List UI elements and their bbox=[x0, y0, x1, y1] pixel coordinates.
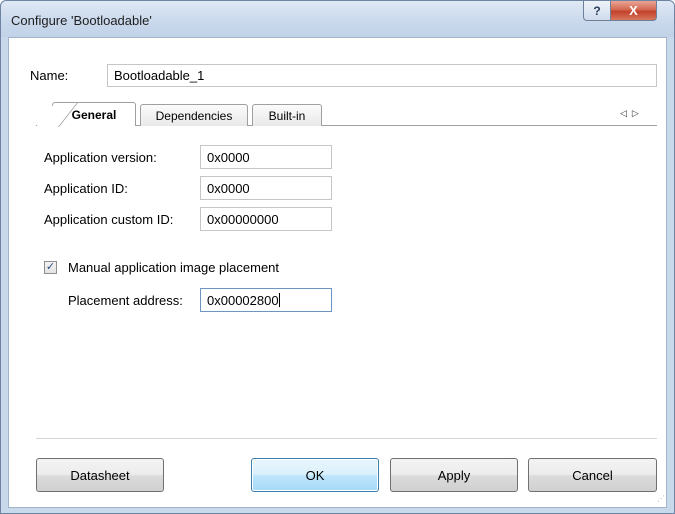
close-icon: X bbox=[629, 3, 638, 18]
window-title: Configure 'Bootloadable' bbox=[11, 13, 152, 28]
tab-scroll-arrows: ◁▷ bbox=[620, 108, 644, 119]
manual-placement-label[interactable]: Manual application image placement bbox=[68, 260, 279, 275]
manual-placement-checkbox[interactable]: ✓ bbox=[44, 261, 57, 274]
placement-address-label: Placement address: bbox=[68, 293, 183, 308]
tab-general[interactable]: General bbox=[52, 102, 136, 126]
app-custom-id-label: Application custom ID: bbox=[44, 212, 174, 227]
tab-dependencies-label: Dependencies bbox=[155, 108, 233, 123]
help-button[interactable]: ? bbox=[583, 1, 611, 21]
title-bar[interactable]: Configure 'Bootloadable' ? X bbox=[1, 1, 674, 37]
app-custom-id-field[interactable]: 0x00000000 bbox=[200, 207, 332, 231]
ok-button[interactable]: OK bbox=[251, 458, 379, 492]
bottom-separator bbox=[36, 438, 657, 439]
tab-scroll-right-icon[interactable]: ▷ bbox=[632, 108, 644, 118]
tab-general-label: General bbox=[71, 107, 117, 122]
checkmark-icon: ✓ bbox=[45, 261, 56, 273]
tab-dependencies[interactable]: Dependencies bbox=[140, 104, 248, 126]
name-input[interactable]: Bootloadable_1 bbox=[107, 64, 657, 87]
app-id-label: Application ID: bbox=[44, 181, 128, 196]
app-version-label: Application version: bbox=[44, 150, 157, 165]
datasheet-button[interactable]: Datasheet bbox=[36, 458, 164, 492]
resize-grip-icon[interactable]: ⋰ bbox=[657, 494, 665, 503]
apply-button[interactable]: Apply bbox=[390, 458, 518, 492]
close-button[interactable]: X bbox=[610, 1, 657, 21]
tab-built-in[interactable]: Built-in bbox=[252, 104, 322, 126]
name-label: Name: bbox=[30, 68, 69, 83]
placement-address-value: 0x00002800 bbox=[207, 293, 279, 308]
placement-address-field[interactable]: 0x00002800 bbox=[200, 288, 332, 312]
app-id-field[interactable]: 0x0000 bbox=[200, 176, 332, 200]
text-caret bbox=[278, 293, 280, 307]
tab-scroll-left-icon[interactable]: ◁ bbox=[620, 108, 632, 118]
help-icon: ? bbox=[593, 3, 601, 18]
cancel-button[interactable]: Cancel bbox=[528, 458, 657, 492]
tab-built-in-label: Built-in bbox=[268, 108, 306, 123]
app-version-field[interactable]: 0x0000 bbox=[200, 145, 332, 169]
